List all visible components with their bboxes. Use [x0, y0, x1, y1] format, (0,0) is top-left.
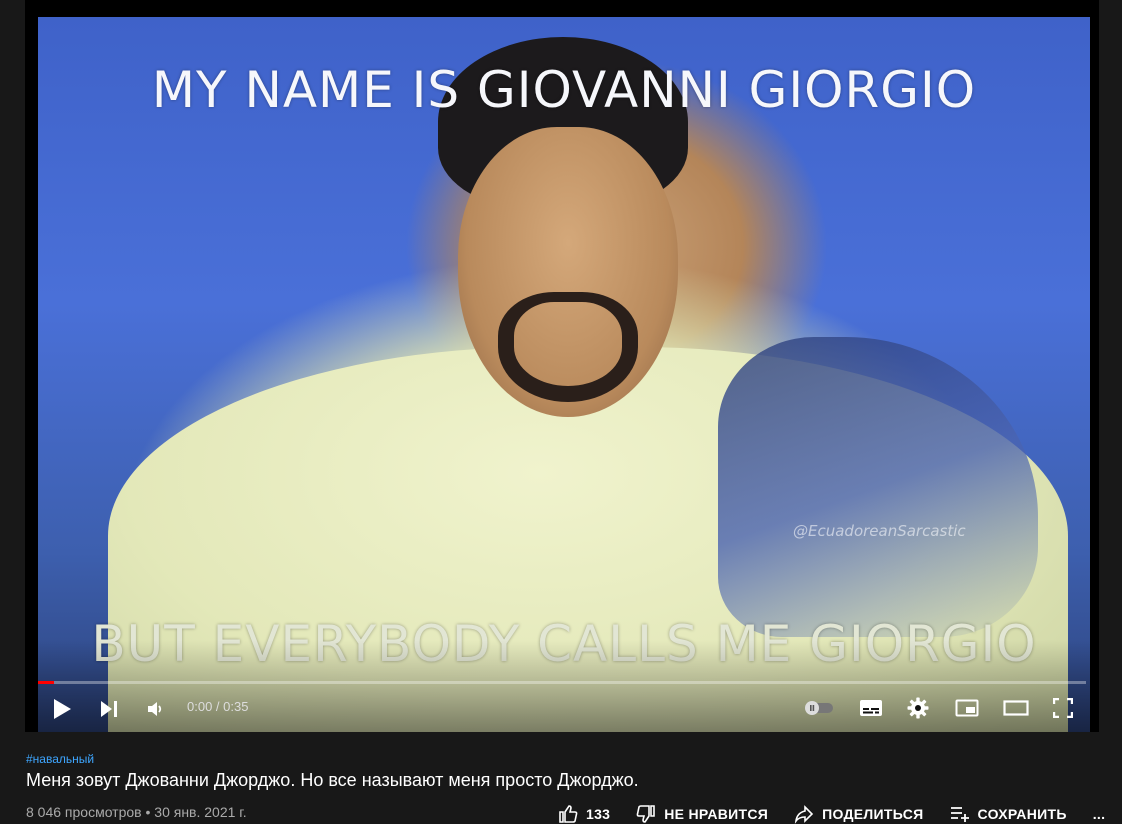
settings-button[interactable]: [905, 695, 931, 721]
like-button[interactable]: 133: [558, 804, 610, 824]
playlist-add-icon: [950, 807, 969, 822]
video-title: Меня зовут Джованни Джорджо. Но все назы…: [26, 770, 639, 790]
progress-bar[interactable]: [38, 681, 1086, 684]
video-watermark: @EcuadoreanSarcastic: [793, 522, 966, 540]
video-frame[interactable]: MY NAME IS GIOVANNI GIORGIO @EcuadoreanS…: [38, 17, 1090, 732]
volume-icon: [148, 702, 162, 716]
miniplayer-button[interactable]: [953, 696, 981, 720]
controls-gradient: [38, 640, 1090, 732]
save-label: СОХРАНИТЬ: [977, 806, 1067, 822]
play-icon: [54, 699, 71, 719]
fullscreen-icon: [1053, 698, 1073, 718]
progress-played: [38, 681, 54, 684]
like-count: 133: [586, 806, 611, 822]
miniplayer-icon: [955, 699, 979, 717]
video-player[interactable]: MY NAME IS GIOVANNI GIORGIO @EcuadoreanS…: [25, 0, 1099, 732]
fullscreen-button[interactable]: [1050, 695, 1076, 721]
action-bar: 133 НЕ НРАВИТСЯ ПОДЕЛИТЬСЯ СОХРАНИТЬ ...: [558, 804, 1105, 824]
more-icon: ...: [1092, 806, 1106, 822]
subtitles-icon: [860, 700, 882, 716]
share-button[interactable]: ПОДЕЛИТЬСЯ: [794, 804, 923, 824]
time-display: 0:00 / 0:35: [187, 699, 249, 714]
next-button[interactable]: [97, 697, 121, 721]
share-icon: [794, 805, 814, 824]
more-actions-button[interactable]: ...: [1093, 806, 1106, 822]
share-label: ПОДЕЛИТЬСЯ: [822, 806, 924, 822]
thumbs-up-icon: [559, 805, 578, 823]
video-meta: 8 046 просмотров • 30 янв. 2021 г.: [26, 804, 247, 820]
volume-button[interactable]: [143, 697, 167, 721]
next-icon: [101, 701, 117, 717]
video-caption-top: MY NAME IS GIOVANNI GIORGIO: [151, 61, 977, 119]
subtitles-button[interactable]: [857, 696, 885, 720]
video-subject-beard: [498, 292, 638, 402]
save-button[interactable]: СОХРАНИТЬ: [950, 804, 1067, 824]
video-subject-scarf: [718, 337, 1038, 637]
dislike-label: НЕ НРАВИТСЯ: [664, 806, 769, 822]
theater-icon: [1003, 700, 1029, 716]
gear-icon: [907, 697, 929, 719]
theater-mode-button[interactable]: [1001, 696, 1031, 720]
dislike-button[interactable]: НЕ НРАВИТСЯ: [636, 804, 768, 824]
autoplay-toggle-icon: [805, 701, 833, 715]
play-button[interactable]: [49, 696, 75, 722]
hashtag-link[interactable]: #навальный: [26, 752, 94, 766]
thumbs-down-icon: [636, 805, 656, 823]
autoplay-toggle[interactable]: [803, 698, 835, 718]
